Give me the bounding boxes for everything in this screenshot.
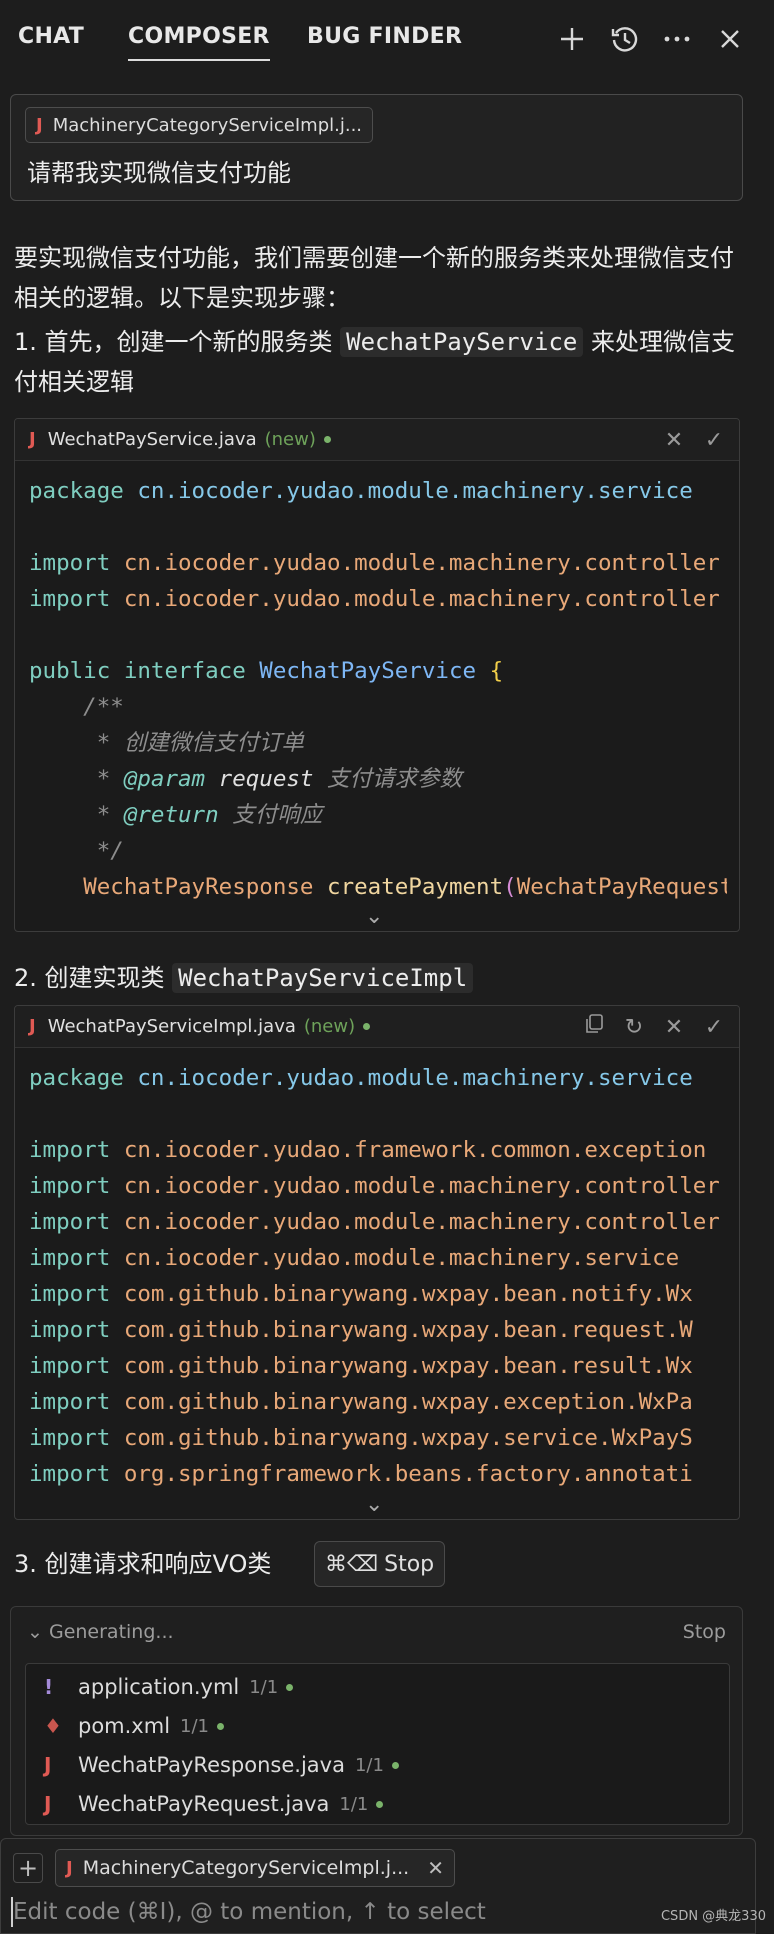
- context-file-chip[interactable]: J MachineryCategoryServiceImpl.j...: [25, 107, 374, 143]
- file-change-count: 1/1: [354, 1754, 384, 1776]
- yaml-file-icon: !: [44, 1675, 54, 1699]
- reject-icon[interactable]: ✕: [661, 428, 687, 453]
- answer-step-1: 1. 首先，创建一个新的服务类 WechatPayService 来处理微信支付…: [14, 322, 754, 402]
- code-block-header: J WechatPayServiceImpl.java (new) ↻ ✕ ✓: [15, 1006, 739, 1048]
- generated-file-item[interactable]: ♦ pom.xml 1/1: [44, 1707, 224, 1745]
- java-file-icon: J: [29, 1016, 36, 1037]
- context-file-name: MachineryCategoryServiceImpl.j...: [52, 114, 363, 136]
- generated-file-item[interactable]: J WechatPayRequest.java 1/1: [44, 1785, 384, 1823]
- remove-chip-icon[interactable]: ✕: [427, 1856, 444, 1880]
- input-placeholder[interactable]: Edit code (⌘I), @ to mention, ↑ to selec…: [13, 1899, 486, 1925]
- step-2-prefix: 2. 创建实现类: [14, 964, 173, 992]
- file-change-count: 1/1: [339, 1793, 369, 1815]
- context-file-name: MachineryCategoryServiceImpl.j...: [82, 1857, 410, 1879]
- step-1-inline-code: WechatPayService: [340, 327, 584, 357]
- java-file-icon: J: [36, 114, 43, 136]
- new-file-tag: (new): [264, 429, 316, 450]
- reject-icon[interactable]: ✕: [661, 1015, 687, 1040]
- java-file-icon: J: [66, 1857, 73, 1879]
- code-block-wechat-pay-service-impl: J WechatPayServiceImpl.java (new) ↻ ✕ ✓ …: [14, 1005, 740, 1520]
- java-file-icon: J: [29, 429, 36, 450]
- answer-intro: 要实现微信支付功能，我们需要创建一个新的服务类来处理微信支付相关的逻辑。以下是实…: [14, 244, 734, 312]
- status-dot: [363, 1023, 371, 1030]
- accept-icon[interactable]: ✓: [701, 1015, 727, 1040]
- add-context-button[interactable]: +: [13, 1853, 43, 1883]
- tab-chat[interactable]: CHAT: [18, 24, 84, 49]
- status-dot: [286, 1683, 294, 1691]
- step-1-prefix: 1. 首先，创建一个新的服务类: [14, 328, 341, 356]
- watermark: CSDN @典龙330: [660, 1909, 766, 1924]
- stop-shortcut: ⌘⌫: [325, 1551, 379, 1577]
- status-dot: [217, 1722, 224, 1730]
- generated-file-item[interactable]: J WechatPayResponse.java 1/1: [44, 1746, 399, 1784]
- answer-step-2: 2. 创建实现类 WechatPayServiceImpl: [14, 958, 754, 998]
- accept-icon[interactable]: ✓: [701, 428, 727, 453]
- copy-icon[interactable]: [581, 1014, 607, 1040]
- generating-header[interactable]: ⌄ Generating... Stop: [11, 1607, 742, 1657]
- stop-generation-button[interactable]: ⌘⌫ Stop: [314, 1541, 446, 1587]
- composer-input[interactable]: + J MachineryCategoryServiceImpl.j... ✕ …: [0, 1838, 756, 1934]
- history-icon[interactable]: [608, 22, 642, 56]
- status-dot: [323, 436, 331, 443]
- prompt-text: 请帮我实现微信支付功能: [27, 159, 291, 187]
- status-dot: [391, 1761, 399, 1769]
- generating-label: ⌄ Generating...: [27, 1621, 174, 1643]
- code-file-name: WechatPayServiceImpl.java: [47, 1016, 296, 1037]
- file-name: application.yml: [78, 1675, 240, 1699]
- generated-file-item[interactable]: ! application.yml 1/1: [44, 1668, 294, 1706]
- file-name: WechatPayRequest.java: [78, 1792, 330, 1816]
- java-file-icon: J: [44, 1753, 52, 1777]
- maven-file-icon: ♦: [44, 1714, 62, 1738]
- more-icon[interactable]: [660, 22, 694, 56]
- step-2-inline-code: WechatPayServiceImpl: [172, 963, 474, 993]
- top-tab-bar: CHAT COMPOSER BUG FINDER: [0, 0, 774, 78]
- generating-panel: ⌄ Generating... Stop ! application.yml 1…: [10, 1606, 743, 1836]
- file-change-count: 1/1: [249, 1676, 279, 1698]
- new-file-tag: (new): [303, 1016, 356, 1037]
- code-body[interactable]: package cn.iocoder.yudao.module.machiner…: [15, 1048, 727, 1492]
- code-block-header: J WechatPayService.java (new) ✕ ✓: [15, 419, 739, 461]
- context-file-chip[interactable]: J MachineryCategoryServiceImpl.j... ✕: [55, 1849, 455, 1887]
- close-icon[interactable]: [713, 22, 747, 56]
- tab-composer[interactable]: COMPOSER: [128, 24, 270, 61]
- generating-stop-button[interactable]: Stop: [683, 1621, 726, 1643]
- refresh-icon[interactable]: ↻: [621, 1015, 647, 1040]
- file-name: pom.xml: [78, 1714, 171, 1738]
- file-name: WechatPayResponse.java: [78, 1753, 345, 1777]
- generated-file-list: ! application.yml 1/1 ♦ pom.xml 1/1 J We…: [25, 1663, 730, 1825]
- expand-chevron-icon[interactable]: ⌄: [365, 1492, 383, 1517]
- plus-icon[interactable]: [555, 22, 589, 56]
- file-change-count: 1/1: [180, 1715, 209, 1737]
- code-block-wechat-pay-service: J WechatPayService.java (new) ✕ ✓ packag…: [14, 418, 740, 932]
- code-body[interactable]: package cn.iocoder.yudao.module.machiner…: [15, 461, 727, 905]
- expand-chevron-icon[interactable]: ⌄: [365, 904, 383, 929]
- tab-bug-finder[interactable]: BUG FINDER: [307, 24, 462, 49]
- status-dot: [376, 1800, 384, 1808]
- prompt-box[interactable]: J MachineryCategoryServiceImpl.j... 请帮我实…: [10, 94, 743, 201]
- java-file-icon: J: [44, 1792, 52, 1816]
- code-file-name: WechatPayService.java: [47, 429, 257, 450]
- stop-label: Stop: [384, 1551, 435, 1577]
